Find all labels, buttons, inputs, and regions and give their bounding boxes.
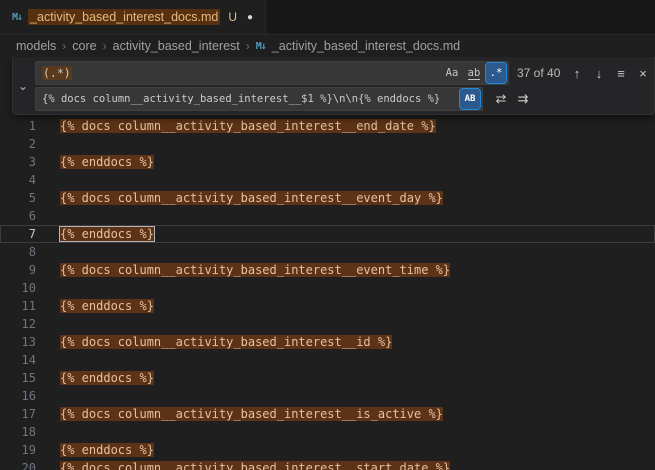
breadcrumb-separator: ›: [246, 39, 250, 53]
find-input-selection: (.*): [42, 66, 72, 80]
editor-line[interactable]: 5 {% docs column__activity_based_interes…: [0, 189, 655, 207]
breadcrumb-item-core[interactable]: core: [72, 39, 96, 53]
preserve-case-button[interactable]: AB: [460, 89, 480, 109]
find-input-value: (.*): [42, 66, 440, 80]
next-match-button[interactable]: ↓: [589, 63, 609, 83]
find-replace-widget: ⌄ (.*) Aa ab .* 37 of 40 ↑ ↓ ≡ × {% docs…: [12, 57, 655, 115]
line-number: 5: [0, 189, 36, 207]
arrow-up-icon: ↑: [574, 66, 581, 81]
line-text: {% enddocs %}: [60, 371, 154, 385]
vscode-window: M↓ _activity_based_interest_docs.md U ● …: [0, 0, 655, 470]
line-text: {% docs column__activity_based_interest_…: [60, 119, 436, 133]
editor-line[interactable]: 3 {% enddocs %}: [0, 153, 655, 171]
editor-line[interactable]: 9 {% docs column__activity_based_interes…: [0, 261, 655, 279]
line-number: 11: [0, 297, 36, 315]
line-number: 19: [0, 441, 36, 459]
editor-line[interactable]: 20 {% docs column__activity_based_intere…: [0, 459, 655, 470]
editor-line[interactable]: 4: [0, 171, 655, 189]
line-number: 2: [0, 135, 36, 153]
replace-icon: ⇄: [496, 91, 507, 107]
line-text: {% docs column__activity_based_interest_…: [60, 461, 450, 470]
find-input[interactable]: (.*) Aa ab .*: [35, 61, 509, 85]
previous-match-button[interactable]: ↑: [567, 63, 587, 83]
editor-line[interactable]: 15 {% enddocs %}: [0, 369, 655, 387]
breadcrumb-item-filename[interactable]: _activity_based_interest_docs.md: [272, 39, 460, 53]
find-in-selection-button[interactable]: ≡: [611, 63, 631, 83]
line-number: 6: [0, 207, 36, 225]
line-number: 18: [0, 423, 36, 441]
line-number: 15: [0, 369, 36, 387]
line-number: 1: [0, 117, 36, 135]
breadcrumb: models › core › activity_based_interest …: [0, 35, 655, 57]
replace-all-icon: ⇉: [518, 91, 529, 107]
modified-dot-icon[interactable]: ●: [247, 12, 253, 23]
match-case-button[interactable]: Aa: [442, 63, 462, 83]
editor-line[interactable]: 2: [0, 135, 655, 153]
results-count: 37 of 40: [517, 66, 565, 80]
close-find-button[interactable]: ×: [633, 63, 653, 83]
line-number: 14: [0, 351, 36, 369]
markdown-icon: M↓: [256, 41, 266, 52]
editor-line[interactable]: 10: [0, 279, 655, 297]
line-number: 13: [0, 333, 36, 351]
editor[interactable]: ⌄ (.*) Aa ab .* 37 of 40 ↑ ↓ ≡ × {% docs…: [0, 57, 655, 470]
line-text: {% docs column__activity_based_interest_…: [60, 191, 443, 205]
tab-activity-based-interest-docs[interactable]: M↓ _activity_based_interest_docs.md U ●: [0, 0, 266, 34]
toggle-replace-button[interactable]: ⌄: [14, 79, 32, 93]
breadcrumb-separator: ›: [103, 39, 107, 53]
line-number: 4: [0, 171, 36, 189]
line-number: 12: [0, 315, 36, 333]
git-status-badge: U: [228, 10, 237, 24]
chevron-down-icon: ⌄: [18, 79, 28, 93]
tab-title: _activity_based_interest_docs.md: [28, 9, 220, 25]
line-text: {% docs column__activity_based_interest_…: [60, 407, 443, 421]
editor-line[interactable]: 7 {% enddocs %}: [0, 225, 655, 243]
replace-button[interactable]: ⇄: [491, 89, 511, 109]
find-row: (.*) Aa ab .* 37 of 40 ↑ ↓ ≡ ×: [35, 61, 653, 85]
line-number: 3: [0, 153, 36, 171]
line-number: 8: [0, 243, 36, 261]
editor-line[interactable]: 11 {% enddocs %}: [0, 297, 655, 315]
line-text: {% enddocs %}: [60, 443, 154, 457]
arrow-down-icon: ↓: [596, 66, 603, 81]
editor-content: 1 {% docs column__activity_based_interes…: [0, 117, 655, 470]
find-in-selection-icon: ≡: [617, 66, 625, 81]
editor-line[interactable]: 17 {% docs column__activity_based_intere…: [0, 405, 655, 423]
whole-word-button[interactable]: ab: [464, 63, 484, 83]
replace-all-button[interactable]: ⇉: [513, 89, 533, 109]
line-number: 7: [0, 225, 36, 243]
regex-button[interactable]: .*: [486, 63, 506, 83]
editor-line[interactable]: 14: [0, 351, 655, 369]
editor-line[interactable]: 13 {% docs column__activity_based_intere…: [0, 333, 655, 351]
editor-line[interactable]: 16: [0, 387, 655, 405]
replace-input-value: {% docs column__activity_based_interest_…: [42, 93, 458, 105]
markdown-icon: M↓: [12, 12, 22, 23]
tab-bar: M↓ _activity_based_interest_docs.md U ●: [0, 0, 655, 35]
editor-line[interactable]: 19 {% enddocs %}: [0, 441, 655, 459]
close-icon: ×: [639, 66, 647, 81]
line-text: {% docs column__activity_based_interest_…: [60, 335, 392, 349]
breadcrumb-separator: ›: [62, 39, 66, 53]
line-number: 9: [0, 261, 36, 279]
editor-line[interactable]: 8: [0, 243, 655, 261]
line-number: 16: [0, 387, 36, 405]
editor-line[interactable]: 1 {% docs column__activity_based_interes…: [0, 117, 655, 135]
line-text: {% enddocs %}: [60, 299, 154, 313]
editor-line[interactable]: 12: [0, 315, 655, 333]
editor-line[interactable]: 6: [0, 207, 655, 225]
line-number: 20: [0, 459, 36, 470]
line-number: 17: [0, 405, 36, 423]
editor-line[interactable]: 18: [0, 423, 655, 441]
replace-input[interactable]: {% docs column__activity_based_interest_…: [35, 87, 483, 111]
replace-row: {% docs column__activity_based_interest_…: [35, 87, 533, 111]
line-number: 10: [0, 279, 36, 297]
breadcrumb-item-models[interactable]: models: [16, 39, 56, 53]
line-text: {% enddocs %}: [60, 155, 154, 169]
breadcrumb-item-activity-based-interest[interactable]: activity_based_interest: [113, 39, 240, 53]
line-text: {% docs column__activity_based_interest_…: [60, 263, 450, 277]
line-text: {% enddocs %}: [60, 227, 154, 241]
